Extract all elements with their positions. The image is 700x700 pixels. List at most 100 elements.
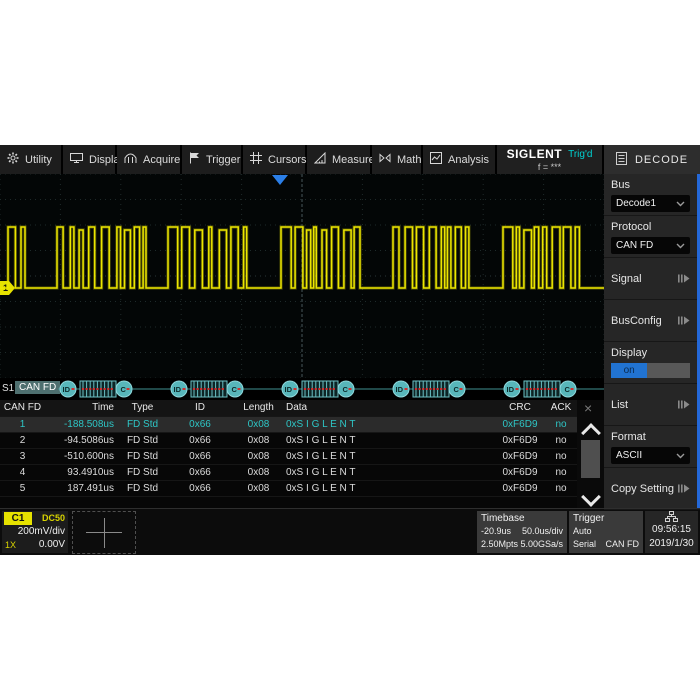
cell-id: 0x66	[165, 433, 235, 448]
svg-text:C: C	[454, 385, 460, 394]
cell-data: 0xS I G L E N T	[282, 465, 495, 480]
menu-item-utility[interactable]: Utility	[0, 145, 63, 174]
svg-text:ID: ID	[396, 385, 404, 394]
flag-icon	[189, 152, 200, 167]
bus-section: Bus Decode1	[604, 174, 700, 216]
close-icon[interactable]: ×	[584, 400, 592, 416]
menu-item-label: Analysis	[448, 154, 489, 166]
protocol-select-value: CAN FD	[616, 240, 653, 251]
svg-text:C: C	[232, 385, 238, 394]
format-label: Format	[611, 430, 690, 444]
chevron-down-icon	[676, 453, 685, 459]
signal-menu-item[interactable]: Signal	[604, 258, 700, 300]
list-icon	[616, 152, 627, 168]
waveform-display[interactable]: 1	[0, 174, 604, 378]
cell-length: 0x08	[235, 433, 282, 448]
gear-icon	[7, 152, 19, 167]
menu-bar: Utility DisplayAcquireTrigger CursorsMeasu…	[0, 145, 700, 174]
list-label: List	[611, 398, 628, 412]
cell-length: 0x08	[235, 481, 282, 496]
menu-item-label: Utility	[25, 154, 52, 166]
table-row[interactable]: 5187.491usFD Std0x660x080xS I G L E N T0…	[0, 481, 577, 497]
table-rows: CAN FDTimeTypeIDLengthDataCRCACK1-188.50…	[0, 400, 604, 497]
timebase-title: Timebase	[481, 512, 563, 525]
chevron-down-icon	[676, 243, 685, 249]
brand-logo: SIGLENT	[507, 147, 563, 161]
sample-rate: 5.00GSa/s	[520, 538, 563, 551]
cell-type: FD Std	[120, 465, 165, 480]
brand-block: SIGLENT Trig'd f = ***	[497, 145, 604, 174]
menu-item-measure[interactable]: Measure	[307, 145, 372, 174]
cell-can-fd: CAN FD	[0, 400, 45, 416]
bus-select[interactable]: Decode1	[611, 195, 690, 212]
cell-length: 0x08	[235, 417, 282, 432]
decode-panel-title: DECODE	[635, 154, 688, 166]
display-section: Display on	[604, 342, 700, 384]
table-row[interactable]: 1-188.508usFD Std0x660x080xS I G L E N T…	[0, 417, 577, 433]
cell-crc: CRC	[495, 400, 545, 416]
trigger-type: Serial	[573, 538, 596, 551]
cell-type: FD Std	[120, 481, 165, 496]
acquire-icon	[124, 152, 137, 167]
cell-data: 0xS I G L E N T	[282, 433, 495, 448]
channel1-badge: C1	[4, 512, 32, 525]
display-toggle-on: on	[611, 363, 647, 378]
cell-can-fd: 1	[0, 417, 45, 432]
add-channel-box[interactable]	[72, 511, 136, 554]
svg-text:C: C	[343, 385, 349, 394]
scroll-down-icon[interactable]	[581, 487, 601, 507]
table-row[interactable]: 3-510.600nsFD Std0x660x080xS I G L E N T…	[0, 449, 577, 465]
math-icon	[379, 152, 391, 167]
menu-item-math[interactable]: Math	[372, 145, 423, 174]
cell-type: FD Std	[120, 449, 165, 464]
list-menu-item[interactable]: List	[604, 384, 700, 426]
channel1-probe: 1X	[5, 540, 16, 550]
cell-length: 0x08	[235, 449, 282, 464]
trigger-descriptor[interactable]: Trigger Auto Serial CAN FD	[569, 511, 643, 553]
cell-data: 0xS I G L E N T	[282, 481, 495, 496]
protocol-select[interactable]: CAN FD	[611, 237, 690, 254]
menu-item-display[interactable]: Display	[63, 145, 117, 174]
table-row[interactable]: 493.4910usFD Std0x660x080xS I G L E N T0…	[0, 465, 577, 481]
timebase-descriptor[interactable]: Timebase -20.9us 50.0us/div 2.50Mpts 5.0…	[477, 511, 567, 553]
display-toggle[interactable]: on	[611, 363, 690, 378]
network-icon[interactable]	[645, 511, 698, 523]
scrollbar-thumb[interactable]	[581, 440, 600, 478]
cell-can-fd: 3	[0, 449, 45, 464]
menu-item-analysis[interactable]: Analysis	[423, 145, 497, 174]
decode-bus-overlay: S1 CAN FD IDCIDCIDCIDCIDC	[0, 378, 604, 400]
cell-crc: 0xF6D9	[495, 465, 545, 480]
submenu-arrow-icon	[678, 484, 690, 493]
channel1-descriptor[interactable]: C1 DC50 200mV/div 1X 0.00V	[2, 511, 68, 553]
copy-setting-menu-item[interactable]: Copy Setting	[604, 468, 700, 510]
plus-icon	[104, 518, 105, 548]
cell-crc: 0xF6D9	[495, 417, 545, 432]
cell-ack: no	[545, 481, 577, 496]
cell-crc: 0xF6D9	[495, 481, 545, 496]
timebase-scale: 50.0us/div	[522, 525, 563, 538]
cell-time: -188.508us	[45, 417, 120, 432]
chevron-down-icon	[676, 201, 685, 207]
menu-item-cursors[interactable]: Cursors	[243, 145, 307, 174]
svg-text:C: C	[121, 385, 127, 394]
svg-text:ID: ID	[63, 385, 71, 394]
decoded-frames: IDCIDCIDCIDCIDC	[0, 378, 604, 400]
cell-ack: ACK	[545, 400, 577, 416]
format-select[interactable]: ASCII	[611, 447, 690, 464]
cell-crc: 0xF6D9	[495, 449, 545, 464]
signal-label: Signal	[611, 272, 642, 286]
clock-date: 2019/1/30	[645, 537, 698, 551]
menu-item-label: Cursors	[268, 154, 307, 166]
format-select-value: ASCII	[616, 450, 642, 461]
measure-icon	[314, 152, 326, 167]
cell-can-fd: 2	[0, 433, 45, 448]
cell-data: 0xS I G L E N T	[282, 417, 495, 432]
busconfig-menu-item[interactable]: BusConfig	[604, 300, 700, 342]
submenu-arrow-icon	[678, 274, 690, 283]
menu-item-trigger[interactable]: Trigger	[182, 145, 243, 174]
svg-text:ID: ID	[174, 385, 182, 394]
decode-list-table: CAN FDTimeTypeIDLengthDataCRCACK1-188.50…	[0, 400, 604, 508]
table-row[interactable]: 2-94.5086usFD Std0x660x080xS I G L E N T…	[0, 433, 577, 449]
protocol-label: Protocol	[611, 220, 690, 234]
menu-item-acquire[interactable]: Acquire	[117, 145, 182, 174]
